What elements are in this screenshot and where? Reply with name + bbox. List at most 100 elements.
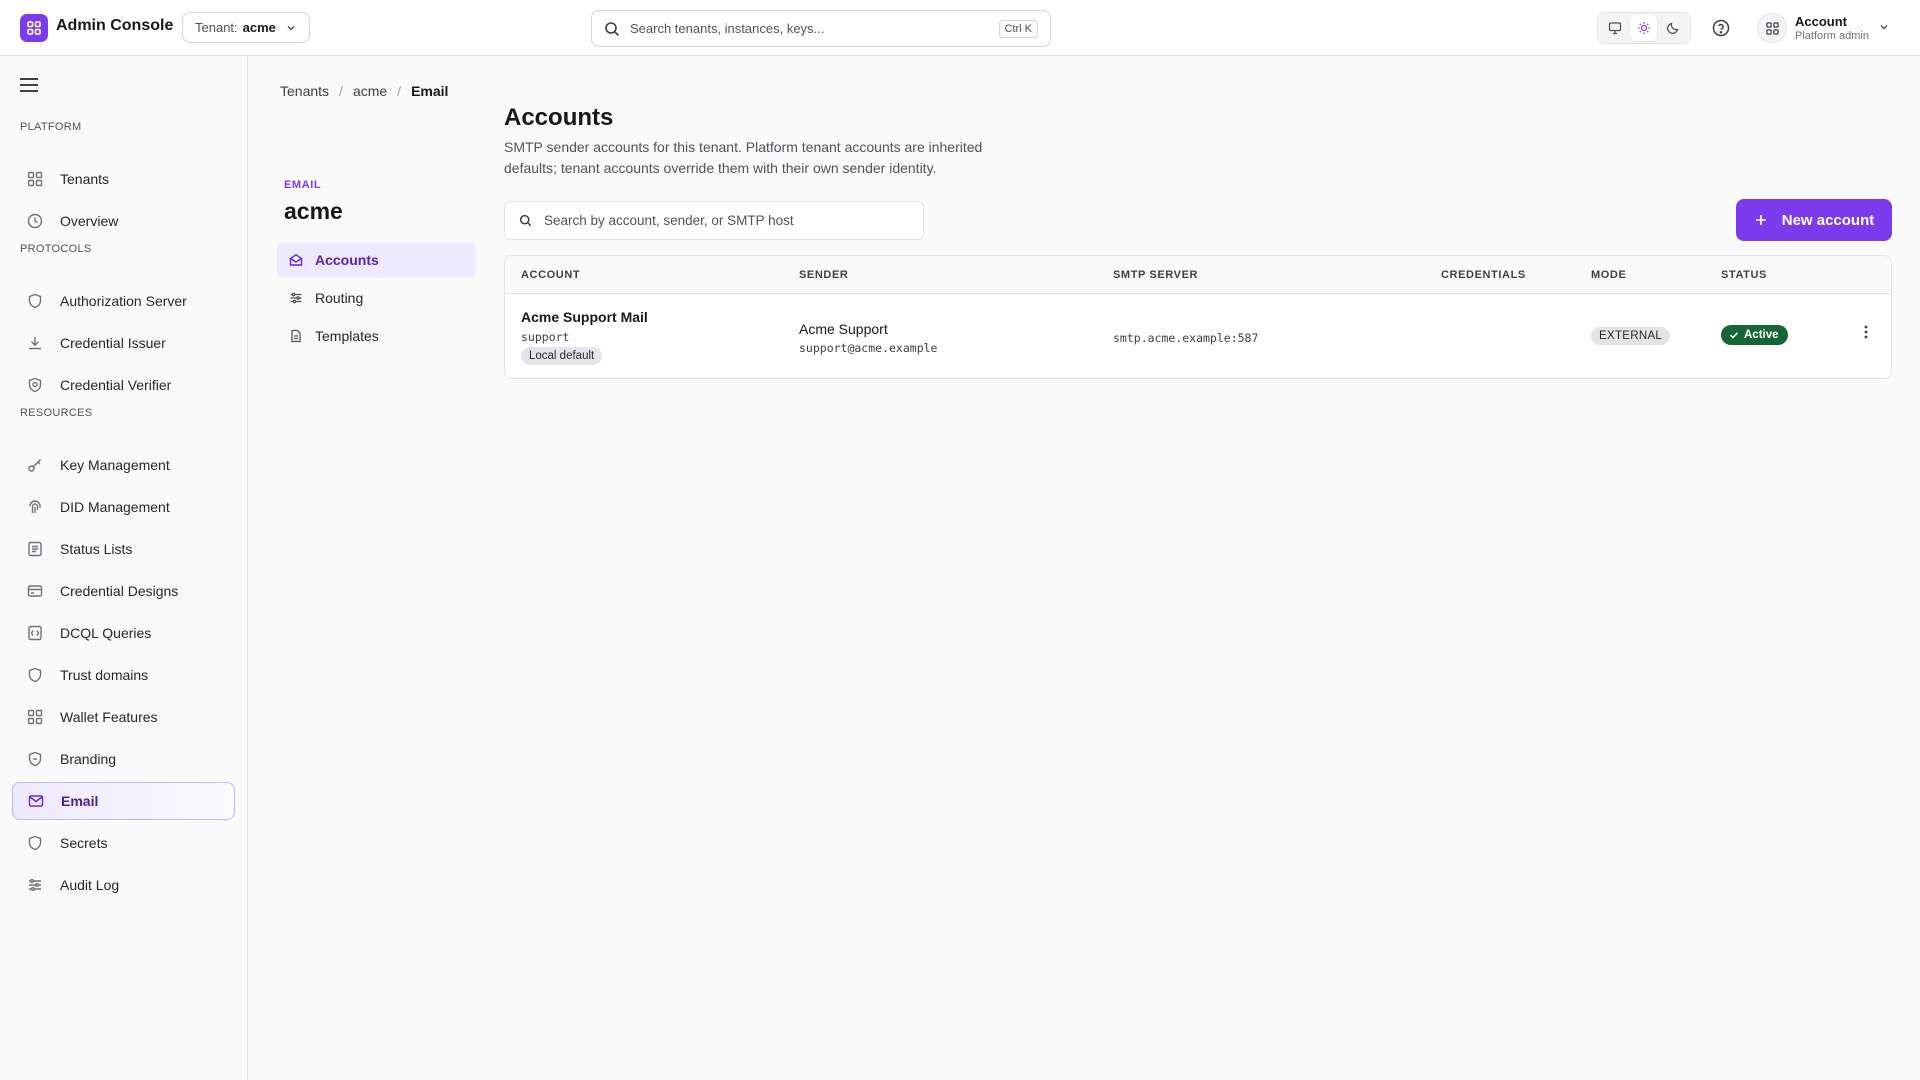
sidebar-item-credential-verifier[interactable]: Credential Verifier [12,366,235,404]
moon-icon [1666,22,1679,35]
theme-system-button[interactable] [1602,15,1629,41]
sidebar-item-key-management[interactable]: Key Management [12,446,235,484]
section-label-platform: PLATFORM [20,121,82,133]
subnav-item-templates[interactable]: Templates [277,318,476,354]
sidebar-item-audit-log[interactable]: Audit Log [12,866,235,904]
tenant-label: Tenant: [195,20,238,35]
more-vertical-icon [1864,325,1868,339]
status-badge: Active [1721,325,1788,345]
clock-icon [26,212,44,230]
accounts-search-input[interactable] [544,213,909,228]
accounts-search[interactable] [504,201,924,240]
subnav-item-routing[interactable]: Routing [277,280,476,316]
plus-icon [1755,215,1766,225]
mail-open-icon [289,253,303,267]
sender-name: Acme Support [799,321,888,337]
search-shortcut: Ctrl K [998,19,1038,38]
shield-check-icon [26,376,44,394]
sidebar-item-label: Branding [60,751,117,767]
mode-cell: EXTERNAL [1591,326,1671,345]
sidebar-item-authorization-server[interactable]: Authorization Server [12,282,235,320]
sidebar-item-overview[interactable]: Overview [12,202,235,240]
theme-light-button[interactable] [1630,15,1658,41]
app-logo[interactable] [20,14,48,42]
theme-dark-button[interactable] [1659,15,1686,41]
sidebar-item-label: DID Management [60,499,170,515]
key-icon [26,456,44,474]
account-key: support [521,330,570,344]
sidebar-item-email[interactable]: Email [12,782,235,820]
accounts-table: ACCOUNT SENDER SMTP SERVER CREDENTIALS M… [504,255,1892,379]
column-mode: MODE [1591,269,1627,281]
chevron-down-icon[interactable] [1878,21,1890,33]
sun-icon [1637,22,1650,34]
fingerprint-icon [26,498,44,516]
menu-icon[interactable] [18,76,40,94]
sidebar-item-label: DCQL Queries [60,625,152,641]
sidebar-item-label: Key Management [60,457,170,473]
status-cell: Active [1721,325,1788,345]
search-icon [519,214,532,227]
column-smtp-server: SMTP SERVER [1113,269,1199,281]
subnav-title: acme [284,198,343,224]
sidebar-item-label: Tenants [60,171,110,187]
badge-icon [26,750,44,768]
sidebar-item-credential-issuer[interactable]: Credential Issuer [12,324,235,362]
page-description: SMTP sender accounts for this tenant. Pl… [504,139,983,176]
query-icon [26,624,44,642]
breadcrumb-separator: / [339,83,343,99]
sidebar-item-status-lists[interactable]: Status Lists [12,530,235,568]
sidebar-item-trust-domains[interactable]: Trust domains [12,656,235,694]
subnav-item-label: Routing [315,290,364,306]
sidebar-item-did-management[interactable]: DID Management [12,488,235,526]
global-search-input[interactable] [630,21,989,36]
tenant-select[interactable]: Tenant: acme [182,12,310,43]
sidebar-item-label: Credential Issuer [60,335,166,351]
account-name[interactable]: Account [1795,14,1847,29]
shield-icon [26,834,44,852]
help-circle-icon [1712,19,1730,37]
breadcrumb-tenant[interactable]: acme [353,83,387,99]
sidebar-item-label: Status Lists [60,541,133,557]
sidebar-item-secrets[interactable]: Secrets [12,824,235,862]
breadcrumb-separator: / [397,83,402,99]
column-account: ACCOUNT [521,269,581,281]
subnav-item-label: Accounts [315,252,379,268]
top-bar: Admin Console Tenant: acme Ctrl K Accoun… [0,0,1920,56]
sidebar-item-label: Trust domains [60,667,149,683]
subnav-eyebrow: EMAIL [284,179,322,191]
sidebar-item-label: Secrets [60,835,108,851]
sliders-icon [26,876,44,894]
sidebar-item-dcql-queries[interactable]: DCQL Queries [12,614,235,652]
sidebar-item-tenants[interactable]: Tenants [12,160,235,198]
sidebar-item-wallet-features[interactable]: Wallet Features [12,698,235,736]
shield-icon [26,292,44,310]
grid-icon [26,708,44,726]
check-icon [1729,332,1739,339]
subnav-item-accounts[interactable]: Accounts [277,242,476,278]
column-sender: SENDER [799,269,849,281]
local-default-pill: Local default [521,347,603,365]
help-button[interactable] [1710,17,1732,39]
global-search[interactable]: Ctrl K [591,10,1051,47]
file-icon [289,329,303,343]
download-icon [26,334,44,352]
new-account-button[interactable]: New account [1736,199,1892,241]
sidebar-item-branding[interactable]: Branding [12,740,235,778]
row-actions-button[interactable] [1858,324,1874,340]
breadcrumb-current: Email [411,83,449,99]
breadcrumb-tenants[interactable]: Tenants [280,83,329,99]
app-title: Admin Console [56,17,174,34]
table-header: ACCOUNT SENDER SMTP SERVER CREDENTIALS M… [505,256,1891,294]
grid-icon [26,170,44,188]
search-icon [605,21,620,36]
account-tag: Local default [521,346,603,365]
account-name-cell[interactable]: Acme Support Mail [521,309,648,325]
sidebar-item-label: Authorization Server [60,293,187,309]
sidebar-item-credential-designs[interactable]: Credential Designs [12,572,235,610]
subnav-item-label: Templates [315,328,379,344]
grid-icon [27,21,41,35]
avatar[interactable] [1757,13,1787,43]
sidebar-item-label: Overview [60,213,119,229]
sender-email: support@acme.example [799,341,938,355]
